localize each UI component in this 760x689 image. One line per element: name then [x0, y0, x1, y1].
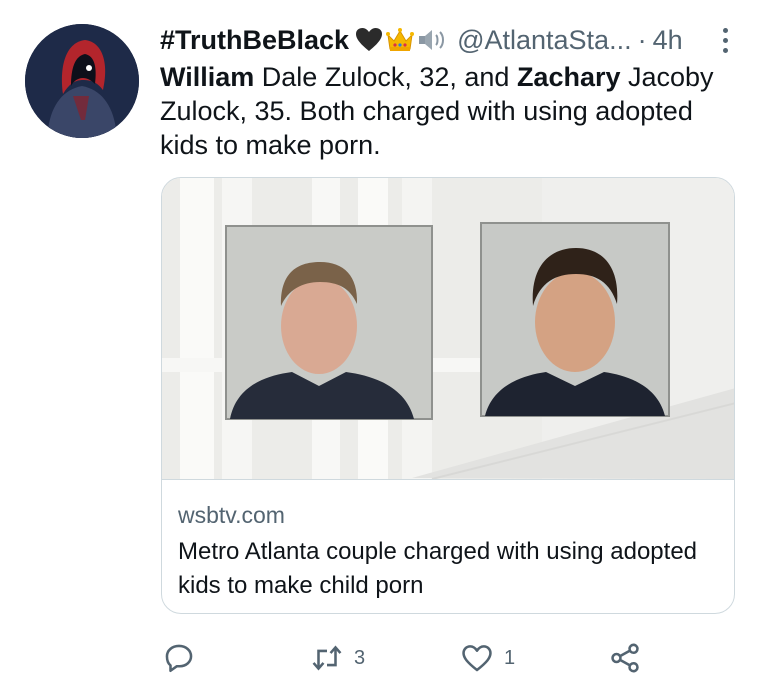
retweet-count: 3 [354, 646, 366, 669]
tweet-text-part-1: Dale Zulock, 32, and [254, 62, 517, 92]
retweet-icon [312, 645, 342, 671]
card-footer: wsbtv.com Metro Atlanta couple charged w… [162, 479, 734, 613]
avatar-hooded-figure-icon [25, 24, 139, 138]
name-emojis [355, 27, 449, 53]
reply-button[interactable] [162, 635, 196, 681]
like-button[interactable]: 1 [460, 635, 515, 681]
card-image [162, 178, 734, 479]
display-name[interactable]: #TruthBeBlack [160, 25, 349, 56]
heart-icon [462, 645, 492, 672]
tweet-text: William Dale Zulock, 32, and Zachary Jac… [160, 60, 730, 162]
card-title[interactable]: Metro Atlanta couple charged with using … [178, 535, 718, 603]
crown-icon [386, 28, 415, 51]
separator-dot: · [637, 24, 647, 55]
tweet-text-bold-name-2: Zachary [516, 62, 621, 92]
tweet-text-bold-name-1: William [160, 62, 255, 92]
reply-icon [165, 644, 193, 673]
card-domain: wsbtv.com [178, 502, 285, 528]
tweet-actions: 3 1 [160, 635, 660, 681]
share-button[interactable] [608, 635, 642, 681]
retweet-button[interactable]: 3 [310, 635, 365, 681]
black-heart-icon [356, 28, 383, 51]
like-count: 1 [504, 646, 516, 669]
tweet-timestamp[interactable]: 4h [653, 25, 683, 56]
tweet-header: #TruthBeBlack @AtlantaSta... · 4h [160, 22, 740, 58]
link-card[interactable]: wsbtv.com Metro Atlanta couple charged w… [161, 177, 735, 614]
mugshots-image [162, 178, 734, 479]
avatar[interactable] [25, 24, 139, 138]
user-handle[interactable]: @AtlantaSta... [457, 25, 632, 56]
share-icon [611, 643, 639, 673]
speaker-icon [419, 30, 445, 50]
more-options-icon[interactable] [718, 22, 732, 58]
